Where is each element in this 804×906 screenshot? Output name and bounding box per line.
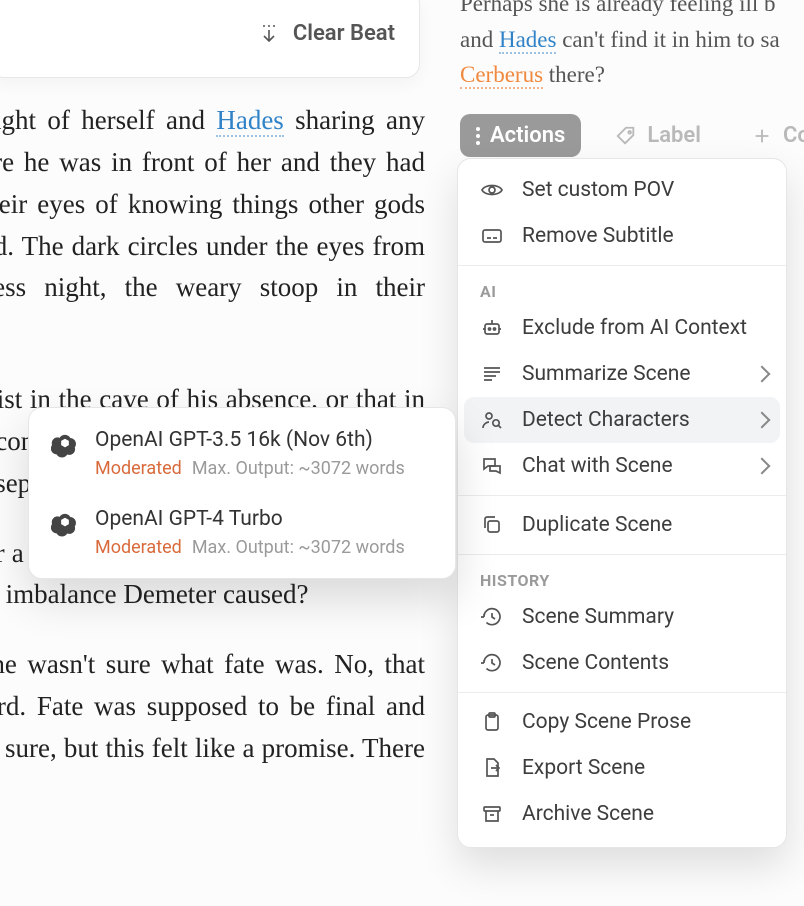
menu-set-pov[interactable]: Set custom POV: [458, 167, 786, 213]
menu-duplicate-scene[interactable]: Duplicate Scene: [458, 502, 786, 548]
label-text: Label: [647, 123, 701, 148]
moderated-flag: Moderated: [95, 458, 182, 479]
menu-separator: [458, 554, 786, 555]
clipboard-icon: [480, 710, 504, 734]
ai-model-popover: OpenAI GPT-3.5 16k (Nov 6th) Moderated Ma…: [28, 407, 456, 579]
model-meta: Moderated Max. Output: ~3072 words: [95, 537, 405, 558]
model-name: OpenAI GPT-3.5 16k (Nov 6th): [95, 428, 405, 452]
menu-label: Export Scene: [522, 756, 645, 780]
menu-detect-characters[interactable]: Detect Characters: [464, 397, 780, 443]
menu-separator: [458, 265, 786, 266]
more-vertical-icon: [476, 127, 480, 145]
export-icon: [480, 756, 504, 780]
openai-icon: [51, 511, 79, 539]
menu-label: Chat with Scene: [522, 454, 673, 478]
menu-label: Scene Contents: [522, 651, 669, 675]
chevron-right-icon: [754, 458, 771, 475]
menu-copy-prose[interactable]: Copy Scene Prose: [458, 699, 786, 745]
side-line: Perhaps she is already feeling ill b: [460, 0, 804, 22]
menu-label: Exclude from AI Context: [522, 316, 747, 340]
prose-paragraph: Or—was it fate? She wasn't sure what fat…: [0, 644, 425, 811]
actions-menu: Set custom POV Remove Subtitle AI Exclud…: [457, 158, 787, 848]
model-option[interactable]: OpenAI GPT-3.5 16k (Nov 6th) Moderated Ma…: [29, 414, 455, 493]
history-icon: [480, 651, 504, 675]
menu-summarize-scene[interactable]: Summarize Scene: [458, 351, 786, 397]
model-output: Max. Output: ~3072 words: [192, 537, 405, 558]
duplicate-icon: [480, 513, 504, 537]
mention-cerberus[interactable]: Cerberus: [460, 62, 543, 89]
subtitle-icon: [480, 224, 504, 248]
beat-card: Clear Beat: [0, 0, 420, 78]
prose-text: She had never thought of herself and: [0, 105, 216, 135]
menu-chat-scene[interactable]: Chat with Scene: [458, 443, 786, 489]
arrow-down-dotted-icon: [257, 22, 281, 46]
menu-label: Summarize Scene: [522, 362, 690, 386]
menu-exclude-ai[interactable]: Exclude from AI Context: [458, 305, 786, 351]
side-line: and Hades can't find it in him to sa: [460, 22, 804, 58]
archive-icon: [480, 802, 504, 826]
menu-archive-scene[interactable]: Archive Scene: [458, 791, 786, 837]
menu-separator: [458, 495, 786, 496]
history-icon: [480, 605, 504, 629]
menu-separator: [458, 692, 786, 693]
actions-label: Actions: [490, 123, 565, 148]
menu-remove-subtitle[interactable]: Remove Subtitle: [458, 213, 786, 259]
menu-label: Set custom POV: [522, 178, 674, 202]
codex-button[interactable]: Codex: [735, 114, 804, 157]
mention-hades[interactable]: Hades: [216, 105, 283, 137]
menu-label: Copy Scene Prose: [522, 710, 691, 734]
model-meta: Moderated Max. Output: ~3072 words: [95, 458, 405, 479]
menu-scene-contents[interactable]: Scene Contents: [458, 640, 786, 686]
codex-text: Codex: [783, 123, 804, 148]
clear-beat-button[interactable]: Clear Beat: [257, 21, 395, 46]
side-text: and: [460, 27, 499, 52]
menu-section-history: HISTORY: [458, 561, 786, 594]
model-output: Max. Output: ~3072 words: [192, 458, 405, 479]
actions-button[interactable]: Actions: [460, 114, 581, 157]
model-option[interactable]: OpenAI GPT-4 Turbo Moderated Max. Output:…: [29, 493, 455, 572]
prose-text: sharing any similarities; yet there he w…: [0, 105, 425, 344]
scene-action-bar: Actions Label Codex: [460, 114, 804, 157]
plus-icon: [751, 125, 773, 147]
menu-export-scene[interactable]: Export Scene: [458, 745, 786, 791]
menu-section-ai: AI: [458, 272, 786, 305]
model-name: OpenAI GPT-4 Turbo: [95, 507, 405, 531]
menu-label: Duplicate Scene: [522, 513, 672, 537]
side-text: can't find it in him to sa: [556, 27, 779, 52]
side-text: there?: [543, 62, 605, 87]
lines-icon: [480, 362, 504, 386]
tag-icon: [615, 125, 637, 147]
side-prose: Perhaps she is already feeling ill b and…: [460, 0, 804, 93]
menu-label: Remove Subtitle: [522, 224, 674, 248]
robot-icon: [480, 316, 504, 340]
eye-icon: [480, 178, 504, 202]
clear-beat-label: Clear Beat: [293, 21, 395, 46]
openai-icon: [51, 432, 79, 460]
mention-hades[interactable]: Hades: [499, 27, 556, 54]
menu-label: Archive Scene: [522, 802, 654, 826]
side-line: Cerberus there?: [460, 57, 804, 93]
chevron-right-icon: [754, 412, 771, 429]
menu-scene-summary[interactable]: Scene Summary: [458, 594, 786, 640]
person-search-icon: [480, 408, 504, 432]
menu-label: Detect Characters: [522, 408, 690, 432]
menu-label: Scene Summary: [522, 605, 674, 629]
prose-paragraph: She had never thought of herself and Had…: [0, 100, 425, 351]
chevron-right-icon: [754, 366, 771, 383]
chat-icon: [480, 454, 504, 478]
moderated-flag: Moderated: [95, 537, 182, 558]
label-button[interactable]: Label: [599, 114, 717, 157]
